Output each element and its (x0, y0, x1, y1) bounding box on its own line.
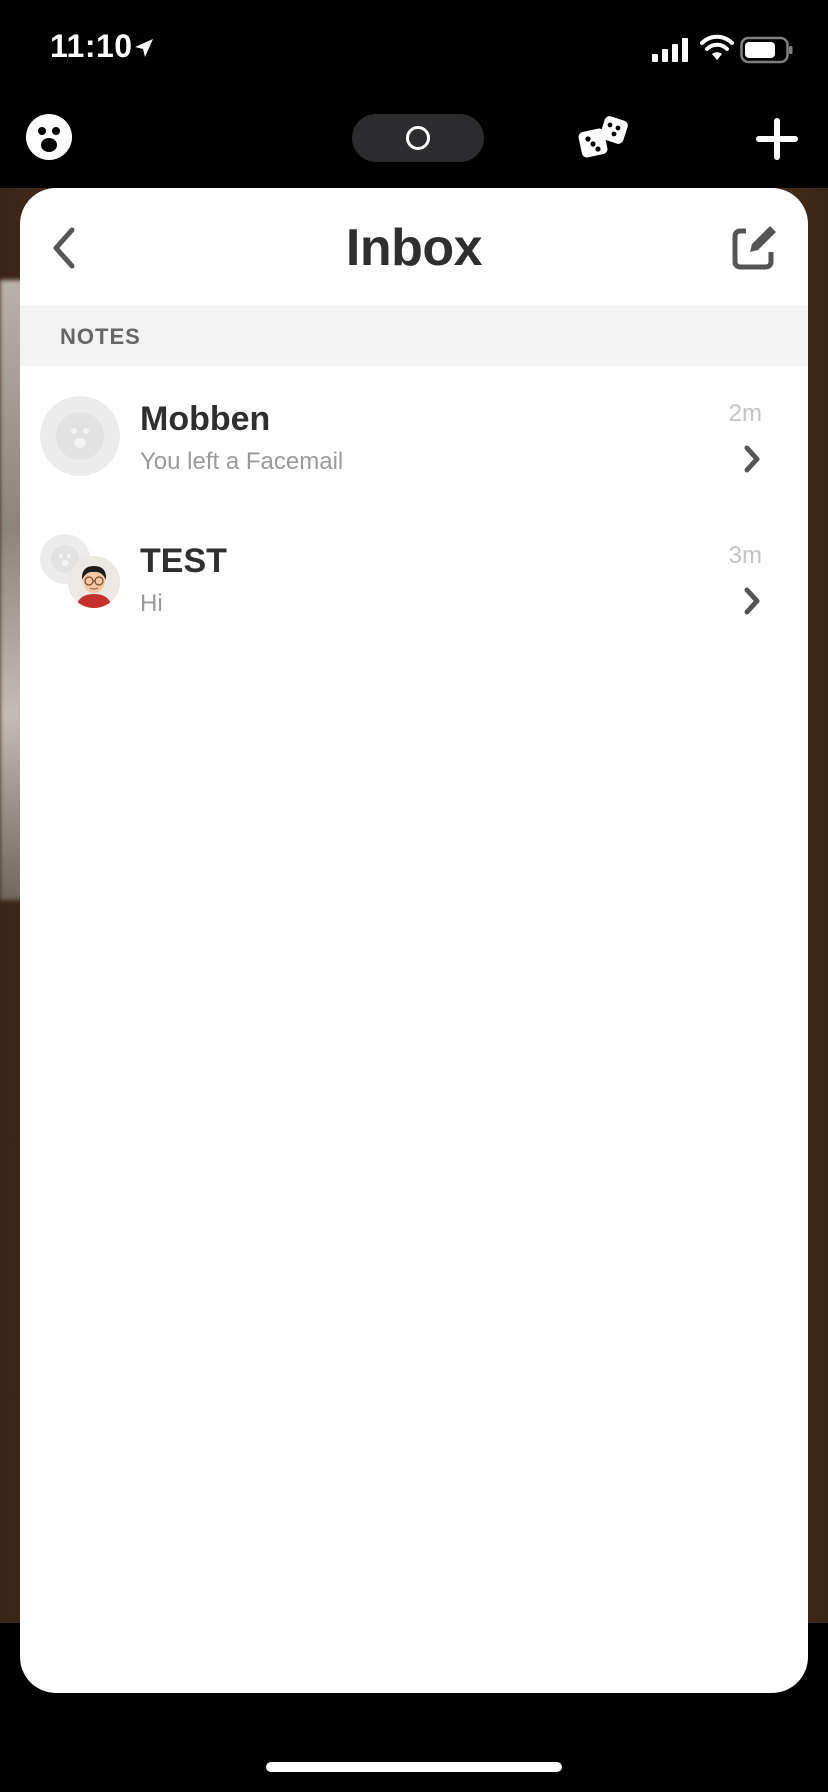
avatar-placeholder-icon (56, 412, 104, 460)
face-icon (38, 127, 60, 152)
avatar (40, 396, 120, 476)
wifi-icon (700, 34, 734, 60)
status-bar: 11:10 (0, 0, 828, 100)
conversation-row-mobben[interactable]: Mobben You left a Facemail 2m (20, 366, 808, 508)
battery-icon (740, 36, 793, 64)
conversation-preview: Hi (140, 590, 163, 617)
compose-icon[interactable] (732, 224, 778, 270)
location-arrow-icon (135, 39, 153, 57)
conversation-time: 3m (728, 542, 762, 569)
conversation-name: TEST (140, 542, 227, 580)
chevron-right-icon (744, 445, 760, 473)
home-indicator[interactable] (266, 1762, 562, 1772)
face-button[interactable] (26, 114, 72, 160)
screen: 11:10 Inbox NOTES Mobben You left a Face… (0, 0, 828, 1792)
section-label: NOTES (60, 323, 141, 349)
conversation-row-test[interactable]: TEST Hi 3m (20, 508, 808, 650)
page-title: Inbox (345, 219, 483, 277)
conversation-time: 2m (728, 400, 762, 427)
status-time: 11:10 (50, 28, 133, 64)
user-avatar-photo (68, 556, 120, 608)
signal-bars-icon (652, 38, 688, 62)
conversation-preview: You left a Facemail (140, 448, 344, 475)
notes-section-header: NOTES (20, 306, 808, 366)
chevron-right-icon (744, 587, 760, 615)
inbox-header: Inbox (20, 188, 808, 306)
dice-icon[interactable] (576, 112, 634, 164)
capture-button[interactable] (352, 114, 484, 162)
top-bar (0, 108, 828, 172)
conversation-list: Mobben You left a Facemail 2m TEST Hi 3m (20, 366, 808, 650)
capture-icon (406, 126, 430, 150)
inbox-card: Inbox NOTES Mobben You left a Facemail 2… (20, 188, 808, 1693)
conversation-name: Mobben (140, 400, 271, 438)
plus-icon[interactable] (754, 116, 800, 162)
